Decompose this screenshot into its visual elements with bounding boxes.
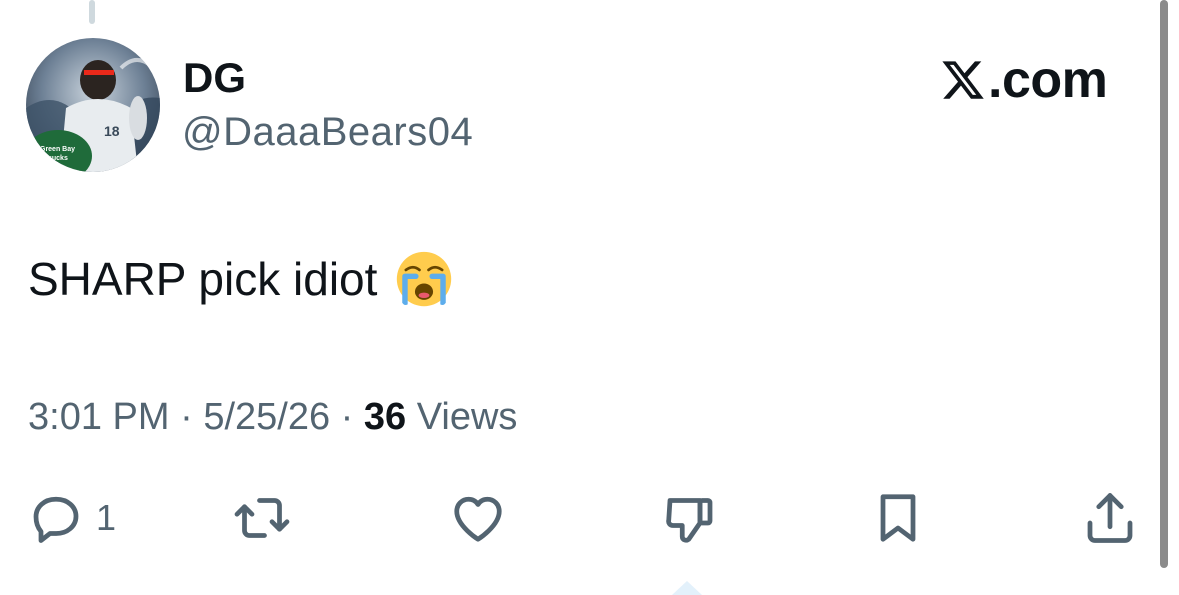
dislike-button[interactable] xyxy=(660,488,720,548)
tweet-text: SHARP pick idiot xyxy=(28,253,378,305)
thread-connector-line xyxy=(89,0,95,24)
author-handle[interactable]: @DaaaBears04 xyxy=(182,106,473,158)
scroll-up-hint-icon xyxy=(672,581,702,595)
svg-text:18: 18 xyxy=(104,123,120,139)
retweet-button[interactable] xyxy=(232,488,292,548)
bookmark-button[interactable] xyxy=(868,488,928,548)
retweet-icon xyxy=(234,498,290,538)
reply-count: 1 xyxy=(96,497,117,538)
views-count: 36 xyxy=(363,396,407,438)
tweet-time[interactable]: 3:01 PM xyxy=(28,396,170,438)
loudly-crying-face-icon xyxy=(397,251,452,307)
reply-icon xyxy=(33,496,79,543)
bookmark-icon xyxy=(880,494,916,542)
thumbs-down-icon xyxy=(666,498,713,543)
share-icon xyxy=(1087,493,1133,543)
author-display-name[interactable]: DG xyxy=(183,52,246,104)
avatar[interactable]: 18 Green Bay sucks xyxy=(26,38,160,172)
tweet-date[interactable]: 5/25/26 xyxy=(203,396,330,438)
scrollbar[interactable] xyxy=(1160,0,1168,568)
like-button[interactable] xyxy=(448,488,508,548)
tweet-body: SHARP pick idiot xyxy=(28,250,453,308)
brand-domain-text: .com xyxy=(988,51,1108,109)
meta-separator: · xyxy=(169,396,204,438)
tweet-metadata: 3:01 PM · 5/25/26 · 36 Views xyxy=(28,392,517,442)
tweet-screenshot: 18 Green Bay sucks DG @DaaaBears04 .com … xyxy=(0,0,1179,595)
svg-text:sucks: sucks xyxy=(48,155,68,162)
reply-button[interactable]: 1 xyxy=(26,488,116,548)
tweet-action-bar: 1 xyxy=(0,488,1179,548)
views-label: Views xyxy=(406,396,518,438)
heart-icon xyxy=(454,496,502,542)
share-button[interactable] xyxy=(1080,488,1140,548)
meta-separator: · xyxy=(330,396,364,438)
x-logo-icon xyxy=(942,61,984,99)
brand-watermark: .com xyxy=(940,50,1108,110)
svg-text:Green Bay: Green Bay xyxy=(40,146,75,153)
